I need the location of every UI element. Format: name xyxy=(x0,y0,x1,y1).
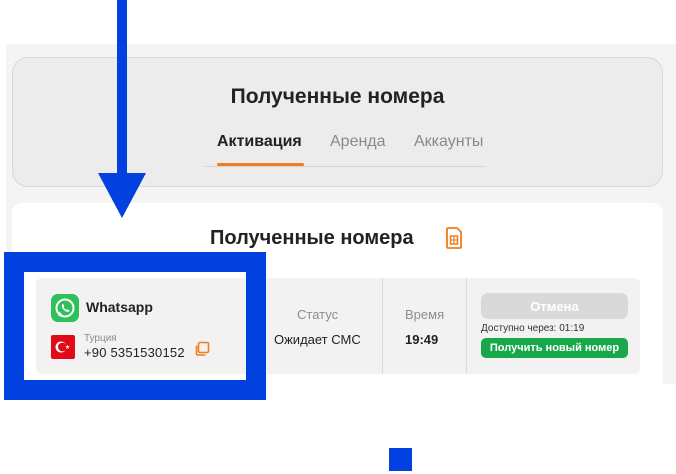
available-label: Доступно через: xyxy=(481,323,557,334)
tab-activation[interactable]: Активация xyxy=(217,133,302,151)
time-value: 19:49 xyxy=(405,332,439,347)
annotation-arrow-head xyxy=(98,173,146,218)
annotation-highlight-box xyxy=(4,252,266,400)
active-tab-indicator xyxy=(217,163,304,166)
available-in: Доступно через: 01:19 xyxy=(481,323,584,334)
column-divider xyxy=(382,278,383,374)
annotation-marker xyxy=(389,448,412,471)
time-header: Время xyxy=(405,307,445,322)
annotation-arrow-shaft xyxy=(117,0,127,180)
status-header: Статус xyxy=(297,307,339,322)
available-time: 01:19 xyxy=(559,323,585,334)
column-divider xyxy=(466,278,467,374)
tab-rent[interactable]: Аренда xyxy=(330,133,386,151)
header-card: Полученные номера Активация Аренда Аккау… xyxy=(12,57,663,187)
status-value: Ожидает СМС xyxy=(274,332,361,347)
page-title: Полученные номера xyxy=(230,85,445,108)
sim-card-icon xyxy=(446,227,462,249)
get-new-number-button[interactable]: Получить новый номер xyxy=(481,338,628,358)
tab-accounts[interactable]: Аккаунты xyxy=(414,133,483,151)
section-title: Полученные номера xyxy=(210,227,414,249)
tabs: Активация Аренда Аккаунты xyxy=(205,130,485,167)
cancel-button[interactable]: Отмена xyxy=(481,293,628,319)
